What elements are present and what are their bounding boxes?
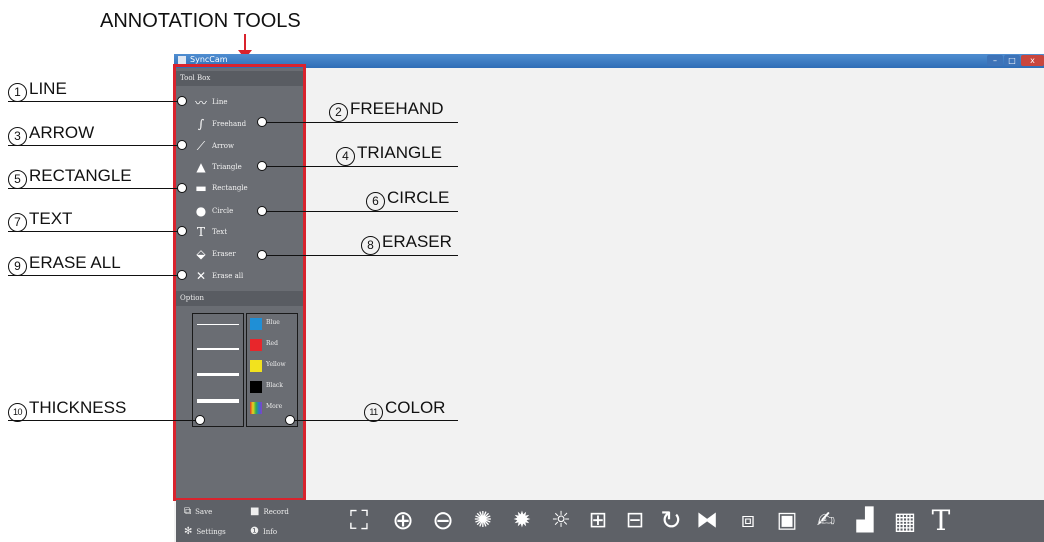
callout-4-number: 4 (336, 147, 355, 166)
callout-5-leader (8, 188, 182, 189)
callout-3-dot (177, 140, 187, 150)
callout-6-number: 6 (366, 192, 385, 211)
callout-7-number: 7 (8, 213, 27, 232)
callout-10-dot (195, 415, 205, 425)
callout-10-leader (8, 420, 200, 421)
callout-7-leader (8, 231, 182, 232)
callout-6-leader (262, 211, 458, 212)
callout-1: 1 LINE (8, 79, 67, 102)
callout-9-leader (8, 275, 182, 276)
info-button[interactable]: ❶ Info (250, 526, 277, 537)
save-label: Save (195, 507, 213, 516)
record-icon: ■ (250, 506, 260, 517)
callout-2-label: FREEHAND (350, 99, 444, 118)
callout-5: 5 RECTANGLE (8, 166, 132, 189)
zoom-in-icon[interactable]: ⊕ (388, 505, 418, 537)
callout-2-dot (257, 117, 267, 127)
user-frame-icon[interactable]: ⛶ (344, 505, 374, 537)
callout-3-leader (8, 145, 182, 146)
callout-3-label: ARROW (29, 123, 95, 142)
callout-9-dot (177, 270, 187, 280)
callout-8-number: 8 (361, 236, 380, 255)
callout-1-dot (177, 96, 187, 106)
bulb-icon[interactable]: ✺ (468, 505, 498, 537)
callout-8-dot (257, 250, 267, 260)
grid-icon[interactable]: ▦ (890, 505, 920, 537)
callout-11-leader (290, 420, 458, 421)
callout-1-leader (8, 101, 182, 102)
callout-7: 7 TEXT (8, 209, 72, 232)
callout-3: 3 ARROW (8, 123, 94, 146)
record-button[interactable]: ■ Record (250, 506, 289, 517)
brightness-down-icon[interactable]: ☼ (546, 505, 576, 537)
text-icon[interactable]: T (926, 505, 956, 537)
gear-icon: ✻ (184, 526, 193, 537)
zoom-out-icon[interactable]: ⊖ (428, 505, 458, 537)
callout-8: 8 ERASER (361, 232, 452, 255)
maximize-button[interactable]: □ (1004, 55, 1020, 66)
callout-8-leader (262, 255, 458, 256)
callout-6-label: CIRCLE (387, 188, 450, 207)
callout-2-leader (262, 122, 458, 123)
record-label: Record (263, 507, 289, 516)
callout-11-label: COLOR (385, 398, 446, 417)
callout-4-leader (262, 166, 458, 167)
callout-10: 10 THICKNESS (8, 398, 126, 422)
callout-9: 9 ERASE ALL (8, 253, 121, 276)
callout-9-label: ERASE ALL (29, 253, 121, 272)
callout-5-dot (177, 183, 187, 193)
settings-button[interactable]: ✻ Settings (184, 526, 226, 537)
signature-icon[interactable]: ✍ (811, 505, 841, 537)
callout-5-number: 5 (8, 170, 27, 189)
callout-11: 11 COLOR (364, 398, 445, 422)
callout-7-label: TEXT (29, 209, 73, 228)
callout-5-label: RECTANGLE (29, 166, 132, 185)
brightness-up-icon[interactable]: ✹ (507, 505, 537, 537)
callout-6: 6 CIRCLE (366, 188, 449, 211)
image-compare-icon[interactable]: ▣ (772, 505, 802, 537)
bar-chart-icon[interactable]: ▟ (850, 505, 880, 537)
callout-10-label: THICKNESS (29, 398, 127, 417)
callout-1-number: 1 (8, 83, 27, 102)
save-icon: ⧉ (184, 506, 192, 517)
callout-4: 4 TRIANGLE (336, 143, 442, 166)
callout-3-number: 3 (8, 127, 27, 146)
close-button[interactable]: x (1021, 55, 1044, 66)
rotate-icon[interactable]: ↻ (656, 505, 686, 537)
save-button[interactable]: ⧉ Save (184, 506, 212, 517)
minimize-button[interactable]: – (987, 55, 1003, 66)
settings-label: Settings (196, 527, 226, 536)
flip-icon[interactable]: ⧓ (692, 505, 722, 537)
callout-8-label: ERASER (382, 232, 452, 251)
callout-9-number: 9 (8, 257, 27, 276)
callout-4-label: TRIANGLE (357, 143, 443, 162)
callout-4-dot (257, 161, 267, 171)
callout-6-dot (257, 206, 267, 216)
callout-1-label: LINE (29, 79, 67, 98)
snapshot-icon[interactable]: ⧈ (733, 505, 763, 537)
annotation-tools-highlight (173, 64, 306, 501)
callout-2: 2 FREEHAND (329, 99, 444, 122)
window-title: SyncCam (190, 55, 228, 64)
shrink-icon[interactable]: ⊟ (620, 505, 650, 537)
info-icon: ❶ (250, 526, 259, 537)
callout-2-number: 2 (329, 103, 348, 122)
callout-7-dot (177, 226, 187, 236)
info-label: Info (262, 527, 278, 536)
callout-11-dot (285, 415, 295, 425)
diagram-heading: ANNOTATION TOOLS (100, 10, 301, 32)
expand-icon[interactable]: ⊞ (583, 505, 613, 537)
